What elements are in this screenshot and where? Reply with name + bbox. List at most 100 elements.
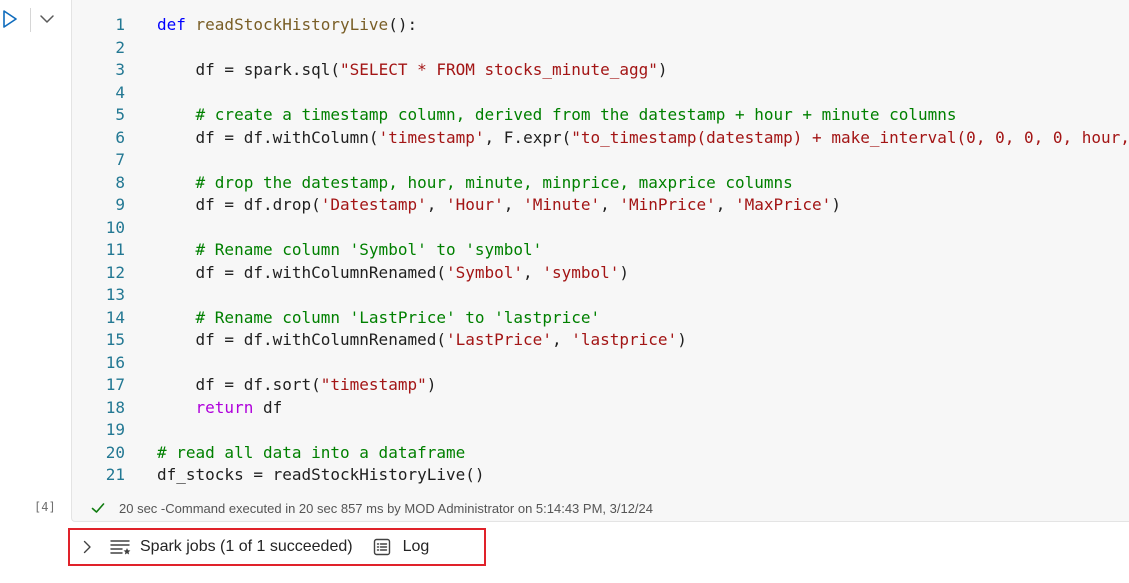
code-line[interactable]: 13 [72, 284, 1129, 307]
code-token: "timestamp" [320, 375, 427, 394]
code-line[interactable]: 9 df = df.drop('Datestamp', 'Hour', 'Min… [72, 194, 1129, 217]
line-number: 8 [115, 172, 125, 192]
code-line[interactable]: 8 # drop the datestamp, hour, minute, mi… [72, 172, 1129, 195]
code-text: return df [157, 397, 283, 420]
code-text: # Rename column 'Symbol' to 'symbol' [157, 239, 543, 262]
code-token: 'symbol' [542, 262, 620, 282]
line-number: 11 [105, 240, 125, 259]
line-number: 17 [105, 375, 125, 394]
code-text: # read all data into a dataframe [157, 442, 465, 465]
line-number: 16 [105, 352, 125, 372]
line-number: 9 [115, 195, 125, 214]
code-token: , [503, 195, 524, 214]
play-icon[interactable] [2, 10, 18, 28]
code-token: 'Symbol' [445, 262, 524, 282]
code-line[interactable]: 17 df = df.sort("timestamp") [72, 374, 1129, 397]
line-number: 3 [115, 60, 125, 79]
code-token: , [426, 195, 446, 214]
code-line[interactable]: 2 [72, 37, 1129, 60]
execution-count: [4] [34, 500, 56, 514]
code-line[interactable]: 12 df = df.withColumnRenamed('Symbol', '… [72, 262, 1129, 285]
checkmark-icon [91, 503, 105, 513]
code-cell[interactable]: 1 def readStockHistoryLive(): 2 3 df = spar… [71, 0, 1129, 522]
log-label[interactable]: Log [403, 538, 430, 556]
code-text: df = df.drop('Datestamp', 'Hour', 'Minut… [157, 194, 841, 217]
chevron-right-icon[interactable] [80, 540, 94, 554]
code-token: # drop the datestamp, hour, minute, minp… [157, 172, 793, 192]
code-line[interactable]: 16 [72, 352, 1129, 375]
line-number: 15 [105, 330, 125, 349]
code-token: 'Hour' [446, 195, 504, 214]
status-text: 20 sec -Command executed in 20 sec 857 m… [119, 500, 653, 516]
code-token: return [157, 397, 254, 417]
line-number: 1 [115, 15, 125, 34]
code-text: df = df.sort("timestamp") [157, 374, 437, 397]
code-line[interactable]: 10 [72, 217, 1129, 240]
line-number: 4 [115, 82, 125, 102]
line-number: 18 [105, 397, 125, 417]
code-token: df_stocks = readStockHistoryLive() [157, 465, 485, 484]
line-number: 10 [105, 217, 125, 237]
spark-jobs-icon [110, 540, 131, 555]
code-editor[interactable]: 1 def readStockHistoryLive(): 2 3 df = spar… [72, 14, 1129, 487]
code-text: # Rename column 'LastPrice' to 'lastpric… [157, 307, 601, 330]
code-token: df [253, 397, 283, 417]
code-token: df = spark.sql( [157, 60, 341, 79]
code-text: def readStockHistoryLive(): [157, 14, 417, 37]
code-token: def [157, 15, 196, 34]
code-token: # Rename column 'LastPrice' to 'lastpric… [157, 307, 601, 327]
code-line[interactable]: 18 return df [72, 397, 1129, 420]
code-token: df = df.withColumn( [157, 127, 379, 147]
code-line[interactable]: 6 df = df.withColumn('timestamp', F.expr… [72, 127, 1129, 150]
code-text: df = df.withColumn('timestamp', F.expr("… [157, 127, 1129, 150]
code-token: df = df.drop( [157, 195, 321, 214]
execution-status: 20 sec -Command executed in 20 sec 857 m… [91, 498, 653, 518]
line-number: 6 [115, 127, 125, 147]
code-token: , [523, 262, 543, 282]
code-text: # drop the datestamp, hour, minute, minp… [157, 172, 793, 195]
cell-toolbar [0, 8, 70, 32]
code-line[interactable]: 19 [72, 419, 1129, 442]
code-line[interactable]: 3 df = spark.sql("SELECT * FROM stocks_m… [72, 59, 1129, 82]
line-number: 7 [115, 150, 125, 169]
code-token: , [715, 195, 735, 214]
code-token: , [600, 195, 620, 214]
code-token: ) [831, 195, 841, 214]
line-number: 13 [105, 285, 125, 304]
code-line[interactable]: 14 # Rename column 'LastPrice' to 'lastp… [72, 307, 1129, 330]
line-number: 19 [105, 420, 125, 439]
code-line[interactable]: 5 # create a timestamp column, derived f… [72, 104, 1129, 127]
code-token: , F.expr( [484, 127, 572, 147]
code-line[interactable]: 7 [72, 149, 1129, 172]
code-token: (): [388, 15, 418, 34]
line-number: 12 [105, 262, 125, 282]
code-text: df = df.withColumnRenamed('LastPrice', '… [157, 329, 687, 352]
line-number: 5 [115, 105, 125, 124]
code-token: "SELECT * FROM stocks_minute_agg" [340, 60, 658, 79]
line-number: 14 [105, 307, 125, 327]
code-text: df_stocks = readStockHistoryLive() [157, 464, 485, 487]
code-token: readStockHistoryLive [195, 15, 389, 34]
code-token: 'MaxPrice' [734, 195, 832, 214]
code-token: ) [657, 60, 668, 79]
code-token: 'Minute' [523, 195, 601, 214]
line-number: 21 [105, 465, 125, 484]
code-token: 'lastprice' [571, 330, 678, 349]
code-line[interactable]: 21 df_stocks = readStockHistoryLive() [72, 464, 1129, 487]
log-icon[interactable] [373, 538, 391, 556]
spark-jobs-label[interactable]: Spark jobs (1 of 1 succeeded) [140, 538, 353, 556]
code-token: # Rename column 'Symbol' to 'symbol' [157, 240, 543, 259]
code-token: df = df.withColumnRenamed( [157, 330, 446, 349]
code-token: ) [677, 330, 687, 349]
chevron-down-icon[interactable] [38, 10, 56, 28]
code-text: # create a timestamp column, derived fro… [157, 104, 957, 127]
line-number: 2 [115, 37, 125, 57]
code-token: 'LastPrice' [445, 330, 552, 349]
spark-jobs-bar: Spark jobs (1 of 1 succeeded) Log [68, 528, 486, 566]
code-text: df = spark.sql("SELECT * FROM stocks_min… [157, 59, 668, 82]
code-line[interactable]: 4 [72, 82, 1129, 105]
code-line[interactable]: 11 # Rename column 'Symbol' to 'symbol' [72, 239, 1129, 262]
code-line[interactable]: 15 df = df.withColumnRenamed('LastPrice'… [72, 329, 1129, 352]
code-line[interactable]: 1 def readStockHistoryLive(): [72, 14, 1129, 37]
code-line[interactable]: 20 # read all data into a dataframe [72, 442, 1129, 465]
